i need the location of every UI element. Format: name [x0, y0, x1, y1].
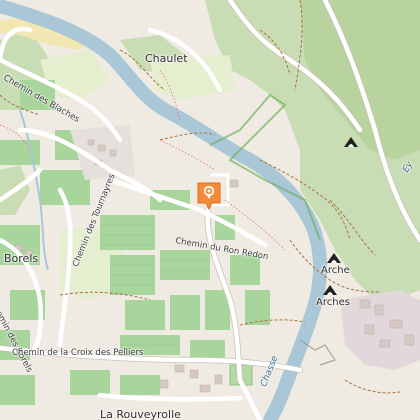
location-pin[interactable]: [196, 181, 222, 211]
place-label-arches: Arches: [316, 297, 350, 308]
place-label-la-rouveyrolle: La Rouveyrolle: [100, 408, 181, 420]
place-label-arche: Arche: [321, 265, 350, 276]
map-view[interactable]: Chaulet Chemin des Blaches Chemin des To…: [0, 0, 420, 420]
place-label-borels: Borels: [4, 252, 39, 265]
place-label-chaulet: Chaulet: [145, 52, 188, 65]
street-label-chemin-de-la-croix-des-pelliers: Chemin de la Croix des Pelliers: [12, 348, 144, 358]
